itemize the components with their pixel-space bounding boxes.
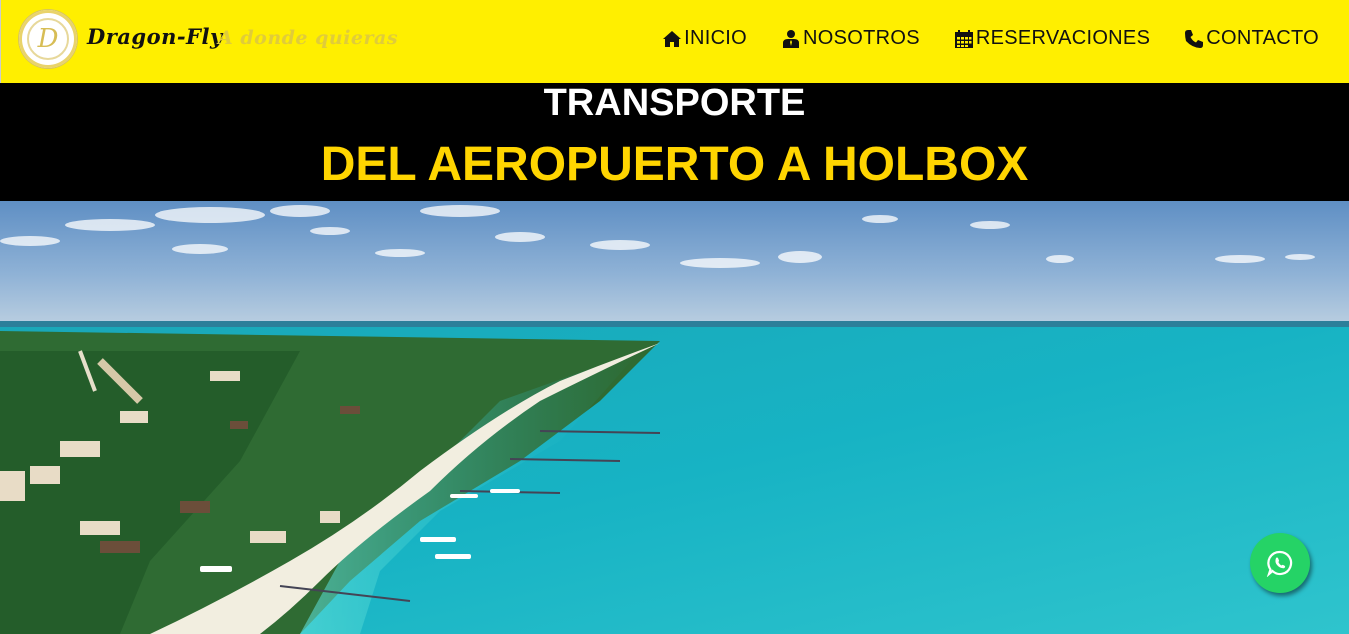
brand-name[interactable]: Dragon-Fly (87, 24, 223, 49)
nav-label: CONTACTO (1206, 27, 1319, 49)
hero-title-line2: DEL AEROPUERTO A HOLBOX (320, 138, 1029, 191)
user-icon (783, 29, 800, 48)
top-navbar: D Dragon-Fly A donde quieras INICIO NOSO… (0, 0, 1349, 83)
nav-item-contacto[interactable]: CONTACTO (1184, 27, 1319, 50)
nav-item-nosotros[interactable]: NOSOTROS (781, 27, 920, 50)
nav-label: NOSOTROS (803, 27, 920, 49)
hero-title-line1: TRANSPORTE (543, 82, 806, 124)
brand-tagline: A donde quieras (218, 27, 399, 49)
nav-item-inicio[interactable]: INICIO (662, 27, 747, 50)
hero-beach-image (0, 201, 1349, 634)
nav-label: INICIO (684, 27, 748, 49)
nav-label: RESERVACIONES (975, 27, 1151, 49)
whatsapp-icon (1266, 550, 1293, 577)
calendar-icon (954, 29, 973, 48)
hero-heading: TRANSPORTE DEL AEROPUERTO A HOLBOX (0, 83, 1349, 201)
whatsapp-button[interactable] (1250, 533, 1310, 593)
logo-letter: D (27, 18, 69, 60)
phone-icon (1185, 29, 1204, 48)
main-nav: INICIO NOSOTROS RESERVACIONES CONTACTO (662, 27, 1319, 50)
aerial-beach-illustration (0, 201, 1349, 634)
logo[interactable]: D (19, 10, 77, 68)
nav-item-reservaciones[interactable]: RESERVACIONES (954, 27, 1150, 50)
home-icon (663, 30, 682, 47)
